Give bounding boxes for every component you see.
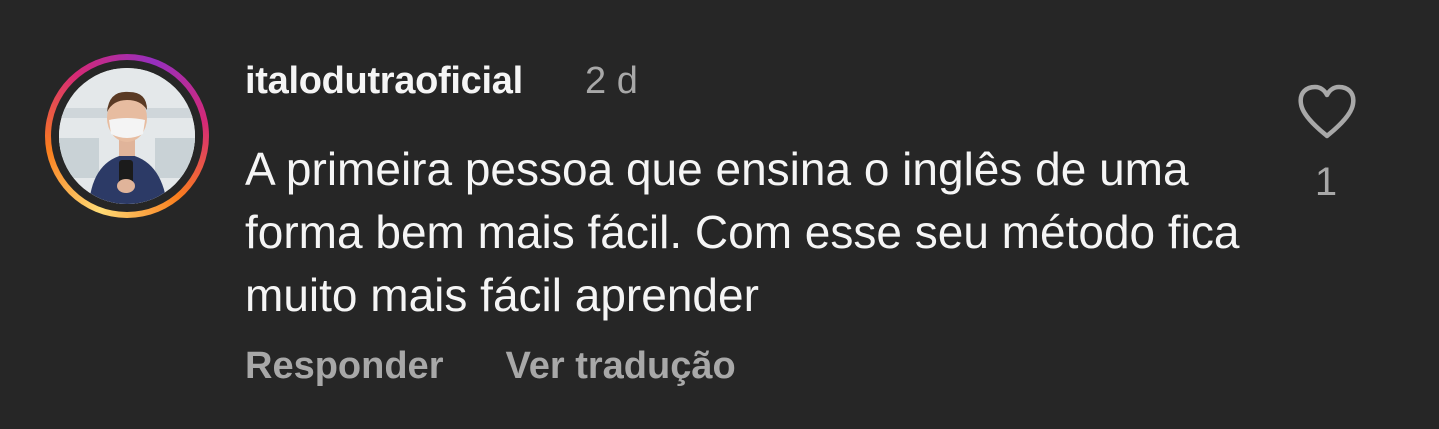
heart-outline-icon[interactable] [1297, 84, 1357, 140]
comment-item: italodutraoficial 2 d A primeira pessoa … [0, 0, 1439, 429]
comment-username[interactable]: italodutraoficial [245, 60, 523, 103]
comment-timestamp: 2 d [585, 60, 638, 102]
comment-actions: Responder Ver tradução [245, 345, 736, 388]
avatar-story-ring[interactable] [45, 54, 209, 218]
comment-text: A primeira pessoa que ensina o inglês de… [245, 143, 1240, 321]
avatar-photo [59, 68, 195, 204]
reply-button[interactable]: Responder [245, 345, 443, 388]
avatar[interactable] [59, 68, 195, 204]
see-translation-button[interactable]: Ver tradução [505, 345, 735, 388]
like-count: 1 [1314, 160, 1338, 204]
